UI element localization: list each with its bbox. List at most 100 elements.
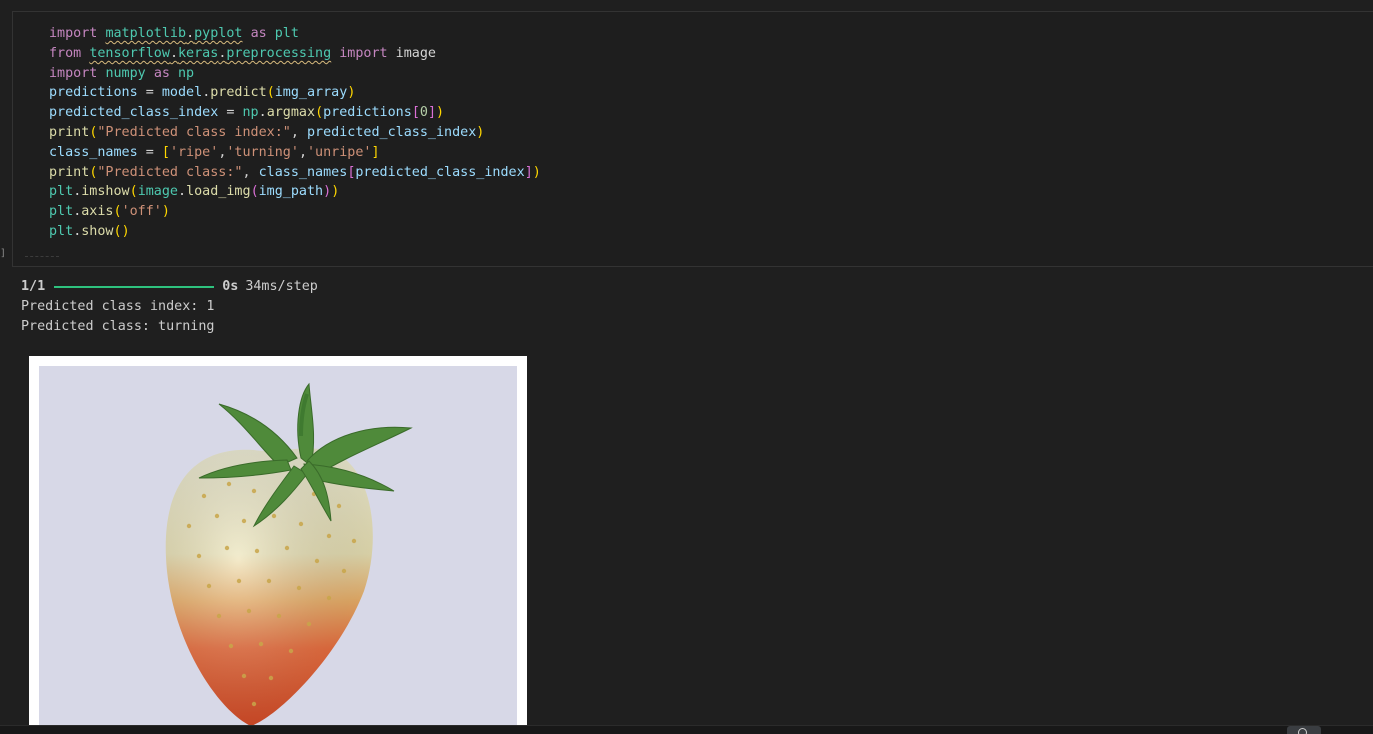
output-line-class: Predicted class: turning bbox=[21, 319, 215, 334]
cell-bracket-icon: ] bbox=[0, 248, 7, 259]
code-token: tensorflow bbox=[89, 45, 170, 61]
code-line[interactable]: predictions = model.predict(img_array) bbox=[49, 83, 541, 103]
code-token: predicted_class_index bbox=[49, 105, 219, 121]
code-token: 0 bbox=[419, 105, 428, 121]
code-token: np bbox=[242, 105, 259, 121]
code-token: predicted_class_index bbox=[306, 124, 477, 140]
code-token: class_names bbox=[258, 164, 348, 180]
code-token: model bbox=[161, 85, 203, 101]
code-token: [ bbox=[161, 144, 170, 160]
code-token: 'turning' bbox=[226, 144, 299, 160]
code-token: . bbox=[169, 45, 178, 61]
code-line[interactable]: from tensorflow.keras.preprocessing impo… bbox=[49, 44, 541, 64]
code-token: image bbox=[137, 184, 178, 200]
code-line[interactable]: import matplotlib.pyplot as plt bbox=[49, 24, 541, 44]
code-token: img_path bbox=[258, 184, 324, 200]
code-token: plt bbox=[274, 26, 299, 41]
code-token: load_img bbox=[186, 184, 251, 200]
code-token: 'ripe' bbox=[169, 144, 219, 160]
notebook-page: import matplotlib.pyplot as plt from tens… bbox=[0, 0, 1373, 734]
code-token: preprocessing bbox=[226, 45, 332, 61]
cell-divider bbox=[25, 256, 59, 257]
code-token: ( bbox=[315, 105, 324, 121]
code-cell-editor[interactable]: import matplotlib.pyplot as plt from tens… bbox=[12, 11, 1373, 267]
code-token: ) bbox=[331, 184, 340, 200]
code-token: ) bbox=[436, 105, 445, 121]
plot-figure bbox=[29, 356, 527, 734]
code-token: keras bbox=[178, 45, 219, 61]
code-token: img_array bbox=[274, 85, 348, 101]
code-token: ) bbox=[347, 85, 356, 101]
code-token: ( bbox=[113, 204, 122, 220]
code-line[interactable]: plt.show() bbox=[49, 222, 541, 242]
cell-output: 1/1 0s 34ms/step Predicted class index: … bbox=[21, 276, 318, 337]
code-token: import bbox=[49, 65, 98, 81]
code-token: ( bbox=[250, 184, 259, 200]
code-token: ] bbox=[524, 164, 533, 180]
code-line[interactable]: class_names = ['ripe','turning','unripe'… bbox=[49, 143, 541, 163]
code-token: plt bbox=[49, 184, 74, 200]
progress-time: 0s bbox=[222, 279, 239, 294]
code-token: 'unripe' bbox=[307, 144, 372, 160]
code-token: ] bbox=[427, 105, 436, 121]
code-token: , bbox=[298, 144, 307, 160]
progress-rate: 34ms/step bbox=[245, 279, 318, 294]
code-token: print bbox=[49, 124, 90, 140]
code-token: import bbox=[49, 26, 98, 41]
output-line-index: Predicted class index: 1 bbox=[21, 299, 215, 314]
code-token: argmax bbox=[266, 105, 316, 121]
code-token: as bbox=[153, 65, 170, 81]
code-token: = bbox=[218, 105, 243, 121]
code-token: . bbox=[186, 26, 195, 41]
code-token: ( bbox=[129, 184, 138, 200]
code-token: print bbox=[49, 164, 90, 180]
code-token: class_names bbox=[49, 144, 138, 160]
code-token: predict bbox=[210, 85, 267, 101]
code-token: pyplot bbox=[194, 26, 243, 41]
code-line[interactable]: print("Predicted class:", class_names[pr… bbox=[49, 163, 541, 183]
code-line[interactable]: plt.axis('off') bbox=[49, 202, 541, 222]
code-token: ) bbox=[121, 223, 130, 239]
code-token: from bbox=[49, 45, 82, 61]
code-line[interactable]: import numpy as np bbox=[49, 64, 541, 84]
search-icon bbox=[1298, 728, 1307, 734]
code-lines: import matplotlib.pyplot as plt from tens… bbox=[49, 24, 541, 242]
code-token: ) bbox=[161, 204, 170, 220]
progress-row: 1/1 0s 34ms/step bbox=[21, 276, 318, 297]
code-line[interactable]: plt.imshow(image.load_img(img_path)) bbox=[49, 182, 541, 202]
code-token: ] bbox=[371, 144, 380, 160]
progress-step: 1/1 bbox=[21, 279, 46, 294]
code-token: matplotlib bbox=[105, 26, 187, 41]
code-token: . bbox=[178, 184, 187, 200]
code-token: np bbox=[178, 65, 195, 81]
code-token: show bbox=[81, 223, 114, 239]
code-line[interactable]: predicted_class_index = np.argmax(predic… bbox=[49, 103, 541, 123]
code-line[interactable]: print("Predicted class index:", predicte… bbox=[49, 123, 541, 143]
code-token: predictions bbox=[49, 85, 138, 101]
code-token: 'off' bbox=[121, 204, 162, 220]
strawberry-illustration bbox=[165, 382, 413, 726]
status-bar bbox=[0, 725, 1373, 734]
code-token: imshow bbox=[81, 184, 130, 200]
code-token: ( bbox=[113, 223, 122, 239]
code-token: "Predicted class:" bbox=[97, 164, 243, 180]
code-token: , bbox=[290, 124, 307, 140]
code-token: import bbox=[339, 45, 388, 61]
code-token: [ bbox=[411, 105, 420, 121]
code-token: . bbox=[258, 105, 267, 121]
code-token: plt bbox=[49, 223, 74, 239]
code-token: predictions bbox=[323, 105, 412, 121]
code-token: ) bbox=[476, 124, 485, 140]
code-token: as bbox=[250, 26, 267, 41]
progress-bar bbox=[54, 285, 215, 288]
code-token: axis bbox=[81, 204, 114, 220]
code-token: ( bbox=[266, 85, 275, 101]
code-token: ) bbox=[532, 164, 541, 180]
code-token: image bbox=[387, 45, 436, 61]
code-token: plt bbox=[49, 204, 74, 220]
code-token: "Predicted class index:" bbox=[97, 124, 291, 140]
code-token: predicted_class_index bbox=[355, 164, 525, 180]
